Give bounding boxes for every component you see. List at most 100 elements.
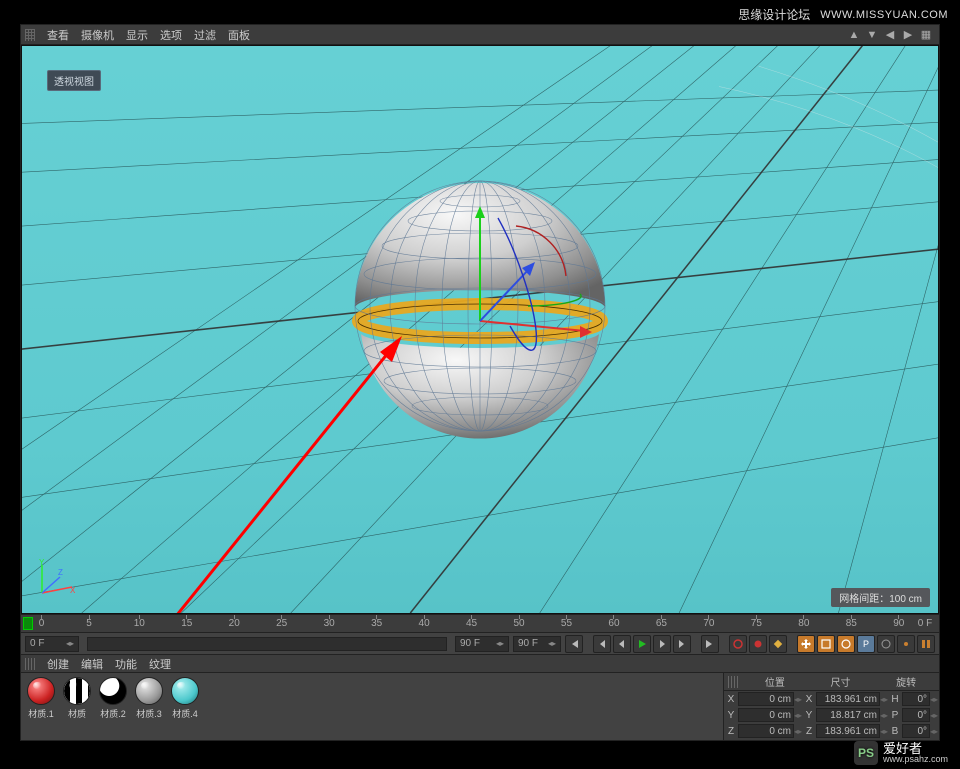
material-preview-1[interactable] <box>63 677 91 705</box>
coord-rot-val-0[interactable]: 0° <box>902 692 930 706</box>
material-label-4: 材质.4 <box>172 707 198 720</box>
watermark-logo: PS <box>854 741 878 765</box>
playback-row: 0 F◂▸ 90 F◂▸ 90 F◂▸ <box>21 632 939 654</box>
prev-key-button[interactable] <box>593 635 611 653</box>
mode-move-button[interactable] <box>797 635 815 653</box>
material-panel[interactable]: 材质.1 材质 材质.2 材质.3 材质.4 <box>21 673 723 740</box>
bottom-panels: 材质.1材质材质.2材质.3材质.4 位置 尺寸 旋转 X0 cm◂▸X183.… <box>21 672 939 740</box>
svg-text:Z: Z <box>58 568 63 577</box>
material-menu-0[interactable]: 创建 <box>41 656 75 672</box>
view-menu-3[interactable]: 选项 <box>154 27 188 43</box>
frame-start-input[interactable]: 0 F◂▸ <box>25 636 79 652</box>
tick-55: 55 <box>561 615 572 632</box>
next-key-button[interactable] <box>673 635 691 653</box>
mode-param-button[interactable]: P <box>857 635 875 653</box>
timeline-ruler-row[interactable]: 051015202530354045505560657075808590 0 F <box>21 614 939 632</box>
coord-pos-val-1[interactable]: 0 cm <box>738 708 794 722</box>
mode-anim-button[interactable] <box>877 635 895 653</box>
view-menu-0[interactable]: 查看 <box>41 27 75 43</box>
nav-up-icon[interactable]: ▲ <box>846 27 862 43</box>
mode-point-button[interactable] <box>897 635 915 653</box>
material-toolbar: 创建编辑功能纹理 <box>21 654 939 672</box>
coord-rot-val-2[interactable]: 0° <box>902 724 930 738</box>
coord-row-Y: Y0 cm◂▸Y18.817 cm◂▸P0°◂▸ <box>724 707 939 723</box>
coordinates-panel: 位置 尺寸 旋转 X0 cm◂▸X183.961 cm◂▸H0°◂▸Y0 cm◂… <box>723 673 939 740</box>
view-menu-2[interactable]: 显示 <box>120 27 154 43</box>
material-preview-0[interactable] <box>27 677 55 705</box>
material-label-3: 材质.3 <box>136 707 162 720</box>
material-slot-0[interactable]: 材质.1 <box>25 677 57 736</box>
coord-header-position: 位置 <box>742 674 808 689</box>
material-menu-3[interactable]: 纹理 <box>143 656 177 672</box>
coord-size-val-1[interactable]: 18.817 cm <box>816 708 880 722</box>
watermark-top-title: 思缘设计论坛 <box>738 6 810 23</box>
material-slot-1[interactable]: 材质 <box>61 677 93 736</box>
next-frame-button[interactable] <box>653 635 671 653</box>
nav-grid-icon[interactable]: ▦ <box>918 27 934 43</box>
material-menu-2[interactable]: 功能 <box>109 656 143 672</box>
tick-0: 0 <box>39 615 45 632</box>
material-preview-4[interactable] <box>171 677 199 705</box>
coord-rot-lbl-1: P <box>888 710 902 721</box>
tick-20: 20 <box>229 615 240 632</box>
frame-end-input[interactable]: 90 F◂▸ <box>455 636 509 652</box>
timeline-scrollbar[interactable] <box>87 637 447 651</box>
autokey-button[interactable] <box>749 635 767 653</box>
svg-text:X: X <box>70 586 76 595</box>
coord-size-val-0[interactable]: 183.961 cm <box>816 692 880 706</box>
sphere-object[interactable] <box>330 156 630 456</box>
timeline-current-marker[interactable] <box>23 617 33 630</box>
coord-pos-val-0[interactable]: 0 cm <box>738 692 794 706</box>
coord-pos-lbl-2: Z <box>724 726 738 737</box>
coord-rot-val-1[interactable]: 0° <box>902 708 930 722</box>
coord-pos-lbl-0: X <box>724 694 738 705</box>
coord-size-val-2[interactable]: 183.961 cm <box>816 724 880 738</box>
nav-right-icon[interactable]: ▶ <box>900 27 916 43</box>
view-menu-5[interactable]: 面板 <box>222 27 256 43</box>
tick-75: 75 <box>751 615 762 632</box>
material-menu-1[interactable]: 编辑 <box>75 656 109 672</box>
coord-grip[interactable] <box>728 676 738 688</box>
prev-frame-button[interactable] <box>613 635 631 653</box>
play-button[interactable] <box>633 635 651 653</box>
material-preview-3[interactable] <box>135 677 163 705</box>
view-menu-4[interactable]: 过滤 <box>188 27 222 43</box>
coord-row-X: X0 cm◂▸X183.961 cm◂▸H0°◂▸ <box>724 691 939 707</box>
mode-rotate-button[interactable] <box>837 635 855 653</box>
tick-35: 35 <box>371 615 382 632</box>
frame-end2-input[interactable]: 90 F◂▸ <box>513 636 561 652</box>
nav-down-icon[interactable]: ▼ <box>864 27 880 43</box>
tick-60: 60 <box>608 615 619 632</box>
tick-25: 25 <box>276 615 287 632</box>
watermark-bottom: PS 爱好者 www.psahz.com <box>854 741 948 765</box>
mat-toolbar-grip[interactable] <box>25 658 35 670</box>
material-slot-3[interactable]: 材质.3 <box>133 677 165 736</box>
keyframe-button[interactable] <box>769 635 787 653</box>
watermark-top: 思缘设计论坛 WWW.MISSYUAN.COM <box>738 6 948 23</box>
playback-controls <box>565 635 787 653</box>
tick-90: 90 <box>893 615 904 632</box>
material-label-2: 材质.2 <box>100 707 126 720</box>
material-label-1: 材质 <box>68 707 86 720</box>
toolbar-grip[interactable] <box>25 29 35 41</box>
go-end-button[interactable] <box>701 635 719 653</box>
go-start-button[interactable] <box>565 635 583 653</box>
coord-pos-lbl-1: Y <box>724 710 738 721</box>
mode-scale-button[interactable] <box>817 635 835 653</box>
view-menu-1[interactable]: 摄像机 <box>75 27 120 43</box>
mode-fcurve-button[interactable] <box>917 635 935 653</box>
coord-header-rotation: 旋转 <box>873 674 939 689</box>
viewport-3d[interactable]: Y X Z 网格间距：100 cm <box>21 45 939 614</box>
material-preview-2[interactable] <box>99 677 127 705</box>
material-slot-4[interactable]: 材质.4 <box>169 677 201 736</box>
record-button[interactable] <box>729 635 747 653</box>
coord-rot-lbl-0: H <box>888 694 902 705</box>
svg-text:P: P <box>863 639 869 649</box>
material-slot-2[interactable]: 材质.2 <box>97 677 129 736</box>
coord-pos-val-2[interactable]: 0 cm <box>738 724 794 738</box>
timeline-ruler[interactable]: 051015202530354045505560657075808590 <box>21 615 911 632</box>
view-toolbar: 查看摄像机显示选项过滤面板 ▲ ▼ ◀ ▶ ▦ <box>21 25 939 45</box>
nav-left-icon[interactable]: ◀ <box>882 27 898 43</box>
material-label-0: 材质.1 <box>28 707 54 720</box>
coord-size-lbl-0: X <box>802 694 816 705</box>
